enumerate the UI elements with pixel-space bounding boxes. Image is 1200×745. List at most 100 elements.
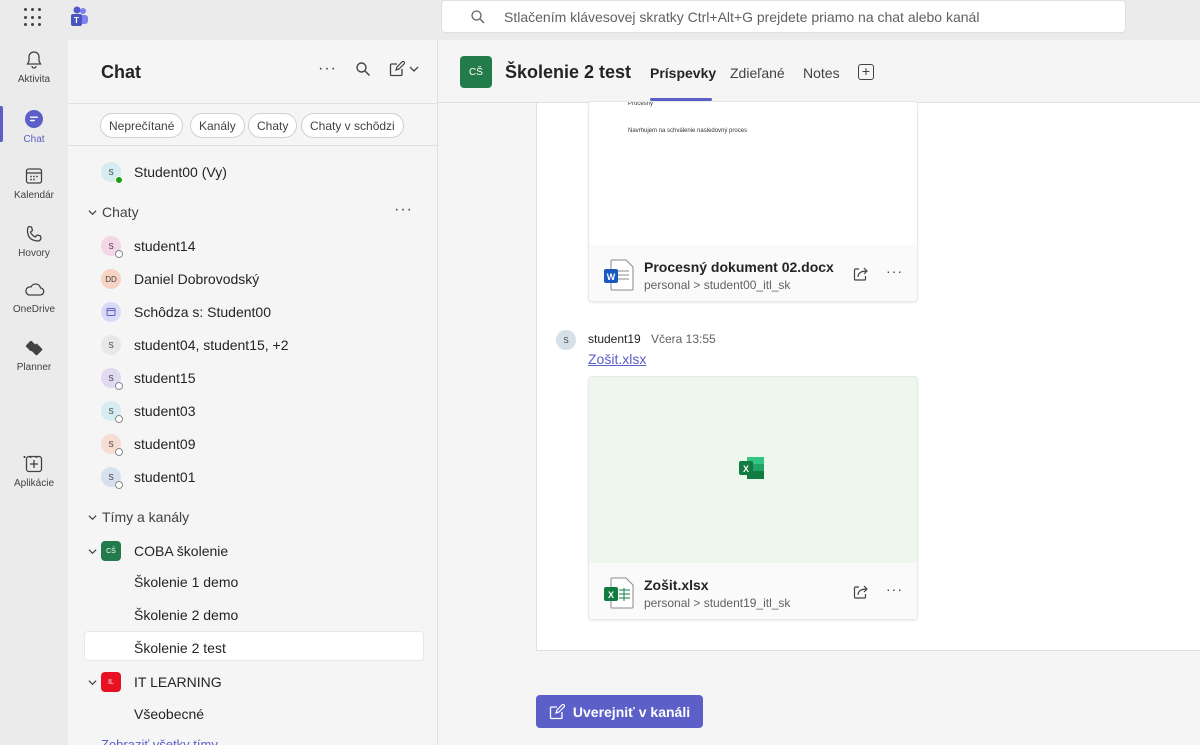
message-author: student19 xyxy=(588,332,641,346)
rail-item-calendar[interactable]: Kalendár xyxy=(0,156,68,212)
chat-list-panel: Chat ··· Neprečítané Kanály Chaty Chaty … xyxy=(68,40,438,745)
rail-label: OneDrive xyxy=(12,304,56,315)
cloud-icon xyxy=(25,283,45,296)
chat-item-label: student09 xyxy=(134,436,196,452)
chat-item[interactable]: S student15 xyxy=(68,363,408,393)
team-avatar: CŠ xyxy=(101,541,121,561)
chat-item[interactable]: S student03 xyxy=(68,396,408,426)
meeting-icon xyxy=(101,302,121,322)
share-icon[interactable] xyxy=(852,583,870,601)
add-tab-icon[interactable]: + xyxy=(858,64,874,80)
more-options-icon[interactable]: ··· xyxy=(886,263,903,279)
post-in-channel-button[interactable]: Uverejniť v kanáli xyxy=(536,695,703,728)
filter-bar: Neprečítané Kanály Chaty Chaty v schôdzi xyxy=(68,103,438,146)
avatar: S xyxy=(101,368,123,390)
chevron-down-icon xyxy=(88,549,97,555)
team-name: IT LEARNING xyxy=(134,674,222,690)
chats-more-icon[interactable]: ··· xyxy=(394,201,413,219)
show-all-teams-link[interactable]: Zobraziť všetky tímy xyxy=(101,737,218,745)
filter-chats[interactable]: Chaty xyxy=(248,113,298,138)
app-rail: Aktivita Chat Kalendár Hovory OneDrive P… xyxy=(0,40,68,745)
add-apps-icon xyxy=(25,455,43,473)
chat-item[interactable]: DD Daniel Dobrovodský xyxy=(68,264,408,294)
search-icon xyxy=(471,9,485,23)
file-name[interactable]: Zošit.xlsx xyxy=(644,577,709,593)
chat-item-label: student03 xyxy=(134,403,196,419)
chevron-down-icon xyxy=(88,514,97,520)
search-box[interactable]: Stlačením klávesovej skratky Ctrl+Alt+G … xyxy=(441,0,1126,33)
tab-posts[interactable]: Príspevky xyxy=(650,65,716,81)
rail-label: Kalendár xyxy=(13,190,55,201)
group-avatar: S xyxy=(101,335,121,355)
svg-text:T: T xyxy=(74,16,79,25)
avatar: S xyxy=(101,236,123,258)
compose-icon xyxy=(549,703,565,719)
rail-item-activity[interactable]: Aktivita xyxy=(0,40,68,96)
filter-meeting-chats[interactable]: Chaty v schôdzi xyxy=(301,113,404,138)
channel-header: CŠ Školenie 2 test Príspevky Zdieľané No… xyxy=(438,40,1200,103)
avatar: S xyxy=(556,330,576,350)
more-options-icon[interactable]: ··· xyxy=(886,581,903,597)
post-button-label: Uverejniť v kanáli xyxy=(572,703,691,720)
top-bar: T Stlačením klávesovej skratky Ctrl+Alt+… xyxy=(0,0,1200,40)
app-launcher-icon[interactable] xyxy=(24,8,44,28)
excel-file-icon: X xyxy=(604,577,634,609)
chat-item[interactable]: S student01 xyxy=(68,462,408,492)
share-icon[interactable] xyxy=(852,265,870,283)
chat-item[interactable]: S student14 xyxy=(68,231,408,261)
chat-item-label: Daniel Dobrovodský xyxy=(134,271,260,287)
chat-item[interactable]: S student09 xyxy=(68,429,408,459)
avatar: S xyxy=(101,467,123,489)
section-teams[interactable]: Tímy a kanály xyxy=(88,509,189,525)
team-item[interactable]: IL IT LEARNING xyxy=(68,667,408,697)
rail-item-planner[interactable]: Planner xyxy=(0,328,68,384)
file-path: personal > student19_itl_sk xyxy=(644,596,791,610)
document-preview: Procesný Navrhujem na schválenie nasledo… xyxy=(589,102,917,245)
tab-shared[interactable]: Zdieľané xyxy=(730,65,785,81)
chat-item-label: Schôdza s: Student00 xyxy=(134,304,271,320)
file-card-docx[interactable]: Procesný Navrhujem na schválenie nasledo… xyxy=(588,101,918,302)
svg-text:X: X xyxy=(608,590,614,600)
team-name: COBA školenie xyxy=(134,543,229,559)
rail-label: Hovory xyxy=(18,248,50,259)
team-avatar: IL xyxy=(101,672,121,692)
message-timestamp: Včera 13:55 xyxy=(651,332,716,346)
team-avatar: CŠ xyxy=(460,56,492,88)
rail-item-chat[interactable]: Chat xyxy=(0,98,68,154)
panel-title: Chat xyxy=(101,62,141,82)
avatar: S xyxy=(101,401,123,423)
rail-item-calls[interactable]: Hovory xyxy=(0,214,68,270)
rail-item-apps[interactable]: Aplikácie xyxy=(0,444,68,500)
chat-item-label: student01 xyxy=(134,469,196,485)
section-label: Chaty xyxy=(102,204,139,220)
file-card-xlsx[interactable]: X X Zošit.xlsx personal > student19_itl_… xyxy=(588,376,918,620)
channel-item[interactable]: Školenie 2 demo xyxy=(134,607,238,623)
rail-item-onedrive[interactable]: OneDrive xyxy=(0,270,68,326)
channel-item[interactable]: Školenie 1 demo xyxy=(134,574,238,590)
team-item[interactable]: CŠ COBA školenie xyxy=(68,536,408,566)
file-path: personal > student00_itl_sk xyxy=(644,278,791,292)
search-placeholder: Stlačením klávesovej skratky Ctrl+Alt+G … xyxy=(504,8,980,25)
channel-item[interactable]: Všeobecné xyxy=(134,706,204,722)
chat-item-self[interactable]: S Student00 (Vy) xyxy=(68,157,408,187)
filter-unread[interactable]: Neprečítané xyxy=(100,113,184,138)
chat-item[interactable]: Schôdza s: Student00 xyxy=(68,297,408,327)
rail-label: Aktivita xyxy=(17,74,51,85)
tab-notes[interactable]: Notes xyxy=(803,65,840,81)
calendar-icon xyxy=(25,168,43,184)
avatar: S xyxy=(101,162,123,184)
section-chats[interactable]: Chaty xyxy=(88,204,139,220)
file-link[interactable]: Zošit.xlsx xyxy=(588,351,646,367)
svg-text:X: X xyxy=(743,464,749,474)
more-options-icon[interactable]: ··· xyxy=(318,60,337,78)
rail-label: Planner xyxy=(16,362,52,373)
chat-item-label: student15 xyxy=(134,370,196,386)
new-chat-button[interactable] xyxy=(389,61,419,77)
chat-item[interactable]: S student04, student15, +2 xyxy=(68,330,408,360)
chat-icon xyxy=(25,110,43,128)
file-name[interactable]: Procesný dokument 02.docx xyxy=(644,259,834,275)
chevron-down-icon xyxy=(88,209,97,215)
filter-channels[interactable]: Kanály xyxy=(190,113,245,138)
search-icon[interactable] xyxy=(355,61,371,77)
file-card-footer: X Zošit.xlsx personal > student19_itl_sk… xyxy=(589,563,917,619)
